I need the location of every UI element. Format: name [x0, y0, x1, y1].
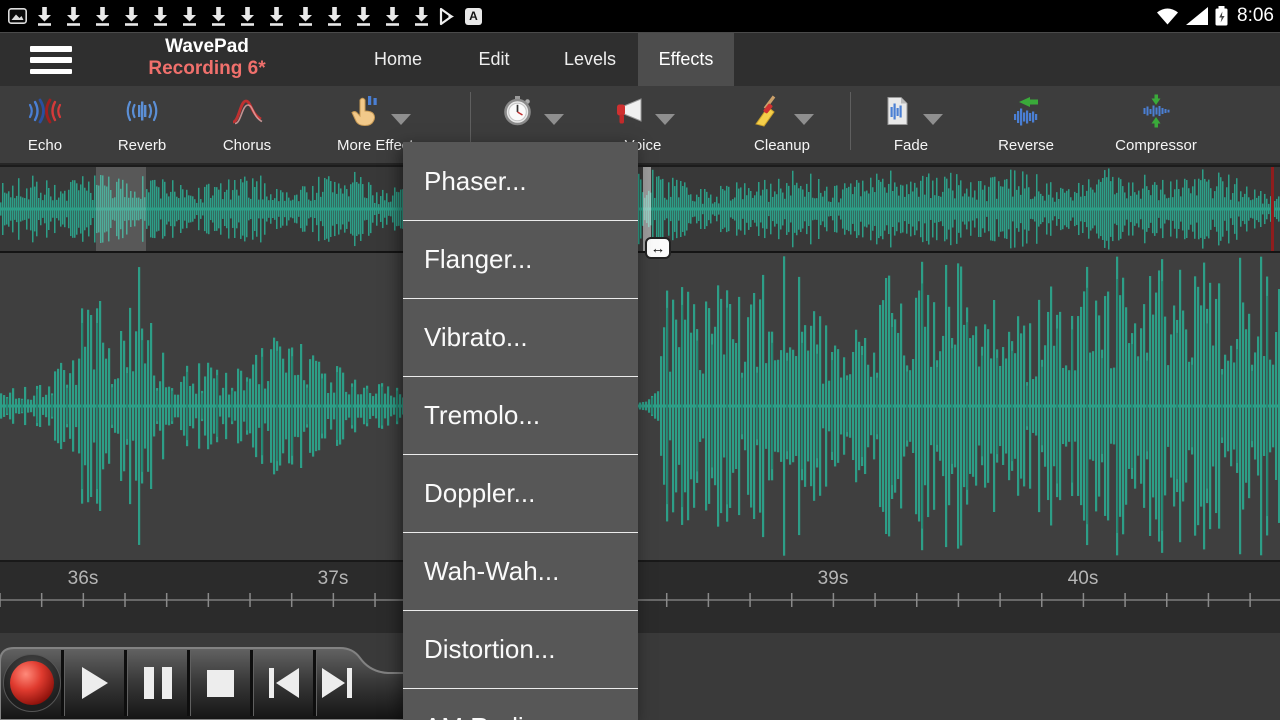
toolbar-button-label: Reverse: [998, 137, 1054, 154]
effects-menu: Phaser...Flanger...Vibrato...Tremolo...D…: [403, 142, 638, 720]
play-button[interactable]: [63, 648, 126, 718]
menu-item-wah-wah[interactable]: Wah-Wah...: [403, 532, 638, 610]
photo-icon: [8, 8, 27, 24]
reverse-icon: [1009, 95, 1043, 132]
effects-toolbar: EchoReverbChorusMore EffectsVoiceCleanup…: [0, 86, 1280, 165]
menu-item-am-radio[interactable]: AM Radio...: [403, 688, 638, 720]
menu-item-flanger[interactable]: Flanger...: [403, 220, 638, 298]
ruler-label: 40s: [1068, 568, 1099, 590]
tab-effects[interactable]: Effects: [638, 33, 734, 86]
download-icon: [94, 6, 111, 26]
download-icon: [384, 6, 401, 26]
ruler-label: 37s: [318, 568, 349, 590]
pause-icon: [144, 667, 172, 699]
download-icon: [297, 6, 314, 26]
wifi-icon: [1156, 7, 1179, 25]
toolbar-button-label: Echo: [28, 137, 62, 154]
chevron-down-icon: [544, 114, 564, 125]
record-button[interactable]: [0, 648, 63, 718]
overview-view-window[interactable]: [96, 167, 146, 251]
wavepad-app: A 8:06 WavePad Recording 6* HomeEditLeve…: [0, 0, 1280, 720]
chevron-down-icon: [391, 114, 411, 125]
download-icon: [181, 6, 198, 26]
compressor-icon: [1139, 94, 1173, 133]
toolbar-button-compressor[interactable]: Compressor: [1103, 90, 1209, 162]
download-icon: [413, 6, 430, 26]
menu-item-phaser[interactable]: Phaser...: [403, 142, 638, 220]
skip-forward-button[interactable]: [315, 648, 358, 718]
stop-icon: [207, 670, 234, 697]
record-icon: [3, 654, 61, 712]
skip-forward-icon: [322, 668, 352, 698]
app-title: WavePad: [107, 36, 307, 58]
more-effects-icon: [348, 95, 382, 132]
toolbar-button-chorus[interactable]: Chorus: [202, 90, 292, 162]
overview-record-cursor: [1271, 167, 1274, 251]
status-left-icons: A: [0, 6, 482, 26]
tab-home[interactable]: Home: [350, 33, 446, 86]
menu-item-vibrato[interactable]: Vibrato...: [403, 298, 638, 376]
menu-item-tremolo[interactable]: Tremolo...: [403, 376, 638, 454]
tab-edit[interactable]: Edit: [446, 33, 542, 86]
document-title: Recording 6*: [107, 58, 307, 80]
toolbar-button-label: Fade: [894, 137, 928, 154]
toolbar-separator: [850, 92, 851, 150]
time-ruler: 36s 37s 39s 40s: [0, 560, 1280, 633]
title-block: WavePad Recording 6*: [107, 36, 307, 80]
ruler-label: 39s: [818, 568, 849, 590]
toolbar-button-echo[interactable]: Echo: [0, 90, 90, 162]
signal-icon: [1186, 7, 1208, 25]
fade-icon: [880, 95, 914, 132]
broom-icon: [751, 95, 785, 132]
chevron-down-icon: [655, 114, 675, 125]
play-icon: [82, 667, 108, 699]
menu-item-distortion[interactable]: Distortion...: [403, 610, 638, 688]
hamburger-menu-icon[interactable]: [30, 46, 72, 74]
download-icon: [65, 6, 82, 26]
echo-icon: [27, 95, 63, 132]
download-icon: [268, 6, 285, 26]
download-icon: [210, 6, 227, 26]
android-status-bar: A 8:06: [0, 0, 1280, 32]
overview-resize-handle[interactable]: ↔: [645, 237, 671, 259]
toolbar-button-label: Cleanup: [754, 137, 810, 154]
stopwatch-icon: [501, 95, 535, 132]
toolbar-button-cleanup[interactable]: Cleanup: [737, 90, 827, 162]
tab-bar: HomeEditLevelsEffects: [350, 33, 734, 86]
download-icon: [239, 6, 256, 26]
toolbar-button-fade[interactable]: Fade: [866, 90, 956, 162]
download-icon: [36, 6, 53, 26]
download-icon: [355, 6, 372, 26]
download-icon: [123, 6, 140, 26]
download-icon: [152, 6, 169, 26]
waveform-overview-strip[interactable]: [0, 165, 1280, 253]
a-icon: A: [465, 8, 482, 25]
reverb-icon: [124, 95, 160, 132]
toolbar-button-label: Reverb: [118, 137, 166, 154]
toolbar-button-reverb[interactable]: Reverb: [97, 90, 187, 162]
skip-back-button[interactable]: [252, 648, 315, 718]
tab-levels[interactable]: Levels: [542, 33, 638, 86]
status-clock: 8:06: [1235, 5, 1274, 27]
main-waveform-view[interactable]: [0, 253, 1280, 560]
download-icon: [326, 6, 343, 26]
download-icons: [36, 6, 430, 26]
chorus-icon: [229, 95, 265, 132]
pause-button[interactable]: [126, 648, 189, 718]
toolbar-button-reverse[interactable]: Reverse: [981, 90, 1071, 162]
toolbar-button-label: Chorus: [223, 137, 271, 154]
toolbar-button-label: Compressor: [1115, 137, 1197, 154]
skip-back-icon: [269, 668, 299, 698]
megaphone-icon: [612, 95, 646, 132]
menu-item-doppler[interactable]: Doppler...: [403, 454, 638, 532]
status-right-icons: 8:06: [1156, 0, 1274, 32]
play-store-icon: [439, 7, 456, 26]
ruler-label: 36s: [68, 568, 99, 590]
chevron-down-icon: [923, 114, 943, 125]
stop-button[interactable]: [189, 648, 252, 718]
chevron-down-icon: [794, 114, 814, 125]
transport-controls: [0, 641, 440, 720]
app-header: WavePad Recording 6* HomeEditLevelsEffec…: [0, 32, 1280, 86]
battery-charging-icon: [1215, 6, 1228, 26]
